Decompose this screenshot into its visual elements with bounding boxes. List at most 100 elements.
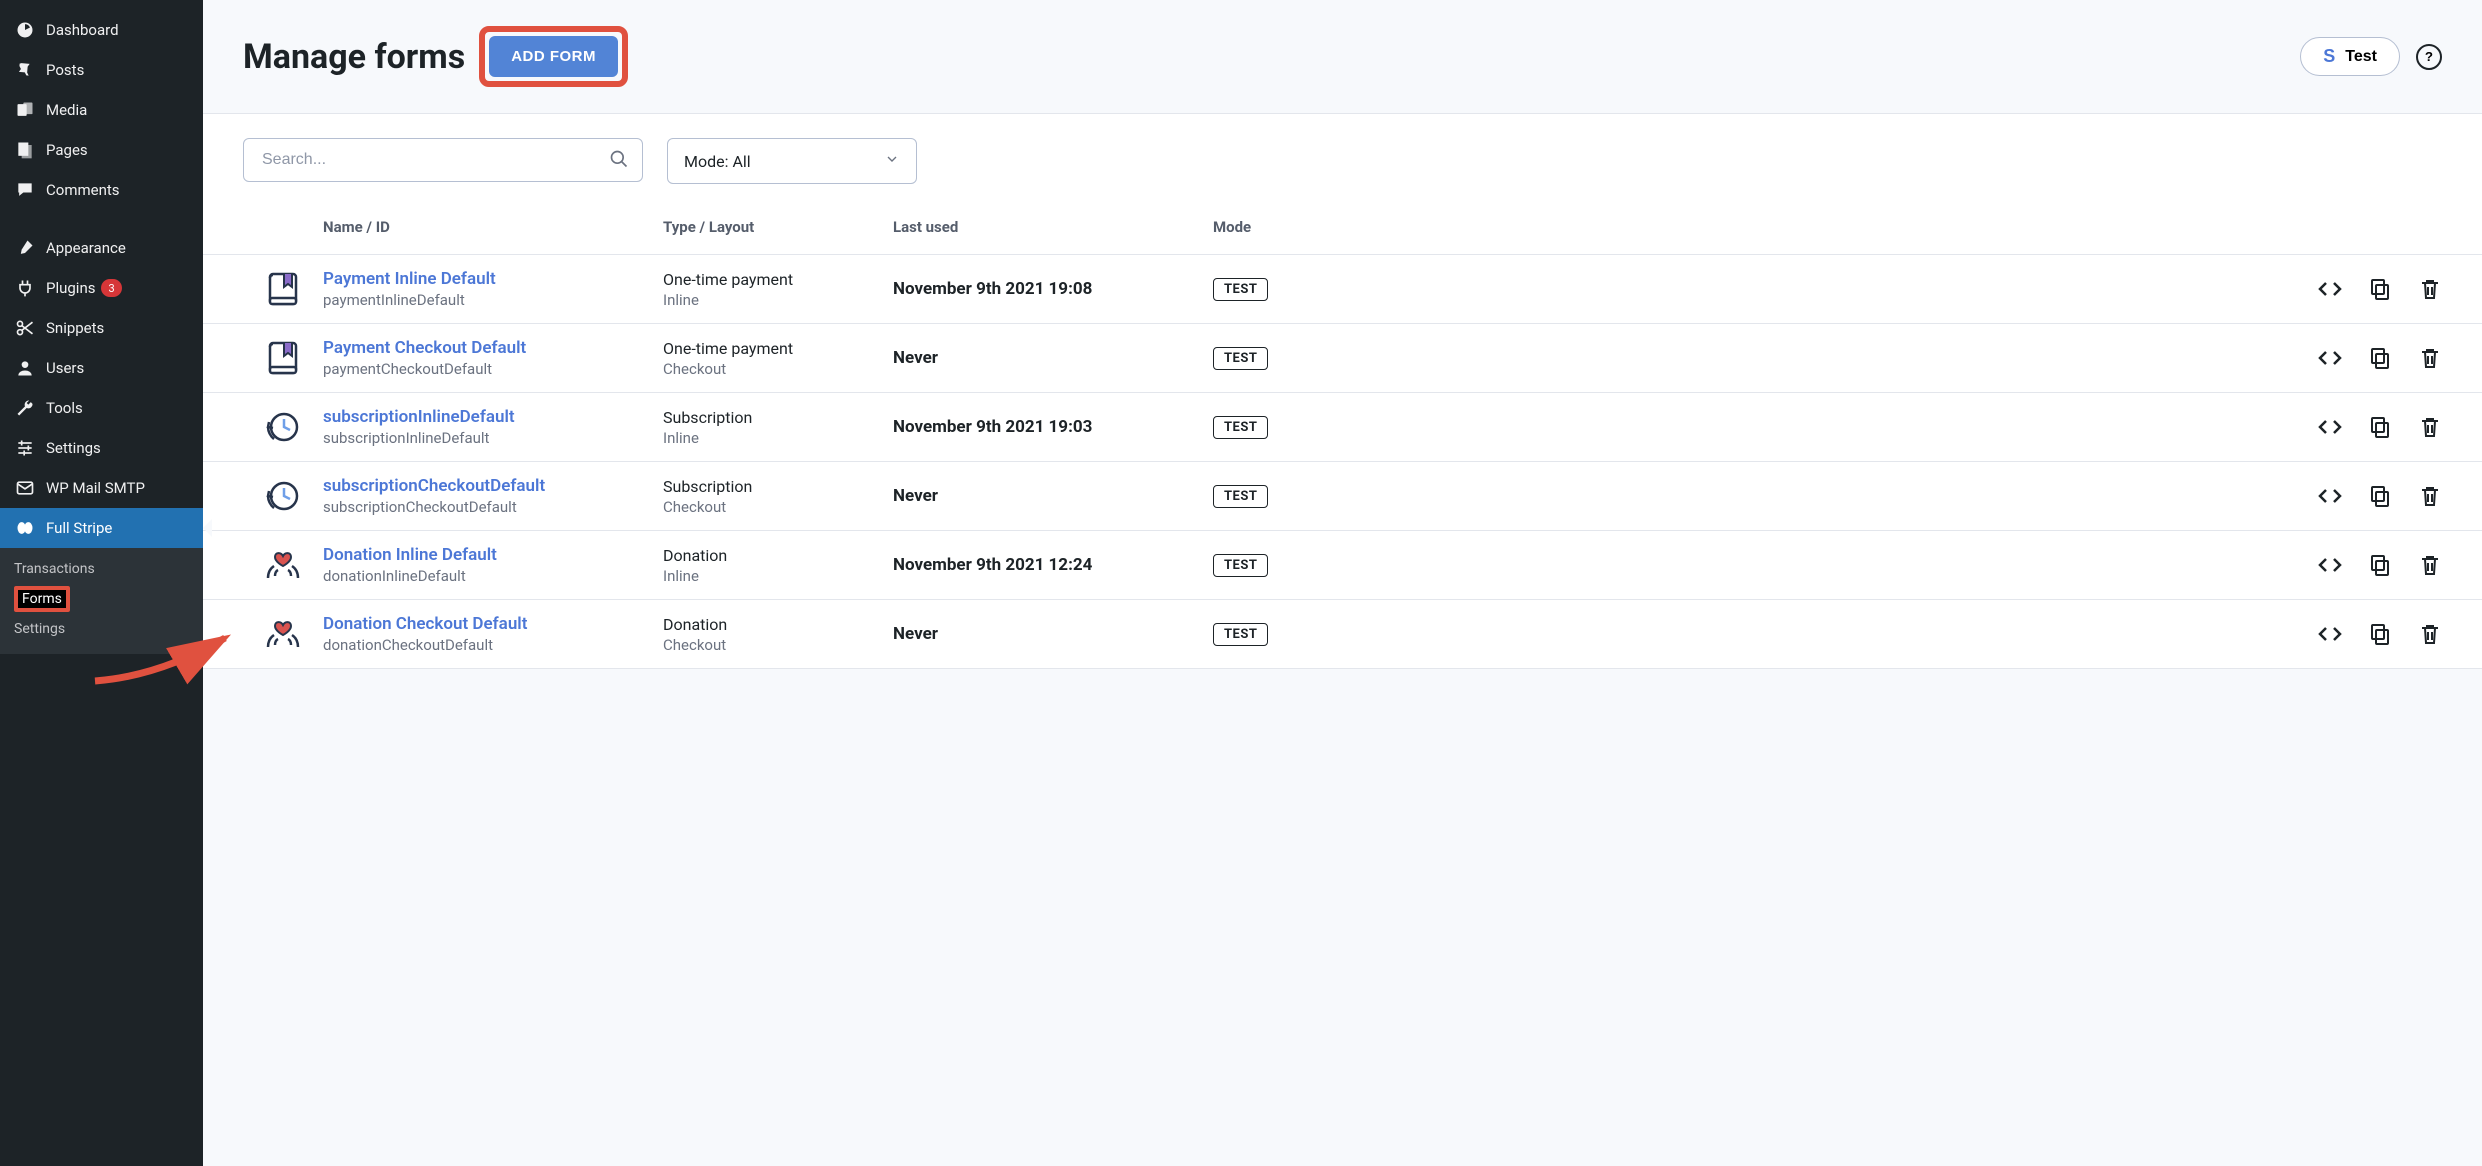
- table-row: Payment Inline DefaultpaymentInlineDefau…: [203, 255, 2482, 324]
- row-type-icon: [243, 615, 323, 653]
- form-type: Subscription: [663, 408, 893, 427]
- search-input[interactable]: [243, 138, 643, 182]
- mode-test-pill[interactable]: S Test: [2300, 37, 2400, 76]
- sidebar-item-dashboard[interactable]: Dashboard: [0, 10, 203, 50]
- sidebar-item-users[interactable]: Users: [0, 348, 203, 388]
- form-name-link[interactable]: Donation Checkout Default: [323, 614, 527, 634]
- delete-action[interactable]: [2418, 415, 2442, 439]
- mode-select-label: Mode: All: [684, 152, 751, 171]
- sidebar-item-comments[interactable]: Comments: [0, 170, 203, 210]
- duplicate-action[interactable]: [2368, 622, 2392, 646]
- form-type: Donation: [663, 615, 893, 634]
- row-type-icon: [243, 477, 323, 515]
- plug-icon: [14, 277, 36, 299]
- delete-action[interactable]: [2418, 553, 2442, 577]
- duplicate-action[interactable]: [2368, 415, 2392, 439]
- table-row: subscriptionCheckoutDefault subscriptionC…: [203, 462, 2482, 531]
- form-name-link[interactable]: Donation Inline Default: [323, 545, 497, 565]
- th-lastused: Last used: [893, 194, 1213, 254]
- sidebar-item-settings[interactable]: Settings: [0, 428, 203, 468]
- sidebar-item-full-stripe[interactable]: Full Stripe: [0, 508, 203, 548]
- sidebar-subitem-label: Forms: [14, 586, 70, 612]
- sidebar-item-plugins[interactable]: Plugins3: [0, 268, 203, 308]
- sidebar-item-label: Settings: [46, 439, 101, 457]
- delete-action[interactable]: [2418, 277, 2442, 301]
- sidebar-item-posts[interactable]: Posts: [0, 50, 203, 90]
- chevron-down-icon: [884, 151, 900, 171]
- comment-icon: [14, 179, 36, 201]
- form-id: paymentCheckoutDefault: [323, 360, 663, 378]
- stripe-icon: [14, 517, 36, 539]
- user-icon: [14, 357, 36, 379]
- form-id: donationInlineDefault: [323, 567, 663, 585]
- sidebar-item-label: Tools: [46, 399, 83, 417]
- form-layout: Checkout: [663, 498, 893, 516]
- form-id: subscriptionInlineDefault: [323, 429, 663, 447]
- form-layout: Checkout: [663, 360, 893, 378]
- sidebar-item-wp-mail-smtp[interactable]: WP Mail SMTP: [0, 468, 203, 508]
- sidebar-item-appearance[interactable]: Appearance: [0, 228, 203, 268]
- sidebar-subitem-transactions[interactable]: Transactions: [0, 554, 203, 584]
- mode-badge: TEST: [1213, 278, 1268, 301]
- mode-badge: TEST: [1213, 554, 1268, 577]
- pages-icon: [14, 139, 36, 161]
- form-name-link[interactable]: subscriptionInlineDefault: [323, 407, 515, 427]
- form-id: subscriptionCheckoutDefault: [323, 498, 663, 516]
- sidebar-badge: 3: [101, 279, 121, 297]
- table-row: Donation Checkout DefaultdonationCheckou…: [203, 600, 2482, 669]
- th-type: Type / Layout: [663, 194, 893, 254]
- media-icon: [14, 99, 36, 121]
- sidebar-item-label: Snippets: [46, 319, 104, 337]
- stripe-s-icon: S: [2323, 46, 2335, 67]
- sidebar-item-label: WP Mail SMTP: [46, 479, 145, 497]
- sidebar-item-tools[interactable]: Tools: [0, 388, 203, 428]
- test-pill-label: Test: [2345, 48, 2377, 66]
- duplicate-action[interactable]: [2368, 484, 2392, 508]
- table-row: Donation Inline Default donationInlineDef…: [203, 531, 2482, 600]
- mode-badge: TEST: [1213, 347, 1268, 370]
- form-name-link[interactable]: subscriptionCheckoutDefault: [323, 476, 545, 496]
- form-type: Donation: [663, 546, 893, 565]
- delete-action[interactable]: [2418, 346, 2442, 370]
- mail-icon: [14, 477, 36, 499]
- mode-badge: TEST: [1213, 623, 1268, 646]
- embed-action[interactable]: [2318, 277, 2342, 301]
- row-type-icon: [243, 270, 323, 308]
- table-row: Payment Checkout Default paymentCheckoutD…: [203, 324, 2482, 393]
- sidebar-item-label: Users: [46, 359, 84, 377]
- sidebar-item-label: Comments: [46, 181, 120, 199]
- duplicate-action[interactable]: [2368, 277, 2392, 301]
- form-lastused: Never: [893, 624, 1213, 644]
- sidebar-subitem-label: Settings: [14, 621, 65, 637]
- form-type: Subscription: [663, 477, 893, 496]
- add-form-button[interactable]: ADD FORM: [489, 36, 618, 77]
- sidebar-subitem-forms[interactable]: Forms: [0, 584, 203, 614]
- form-name-link[interactable]: Payment Checkout Default: [323, 338, 526, 358]
- duplicate-action[interactable]: [2368, 553, 2392, 577]
- sidebar-item-label: Pages: [46, 141, 88, 159]
- embed-action[interactable]: [2318, 415, 2342, 439]
- search-icon: [609, 149, 629, 173]
- sidebar-item-media[interactable]: Media: [0, 90, 203, 130]
- mode-select[interactable]: Mode: All: [667, 138, 917, 184]
- form-name-link[interactable]: Payment Inline Default: [323, 269, 496, 289]
- wrench-icon: [14, 397, 36, 419]
- form-layout: Checkout: [663, 636, 893, 654]
- search-wrap: [243, 138, 643, 184]
- sidebar-item-snippets[interactable]: Snippets: [0, 308, 203, 348]
- form-type: One-time payment: [663, 270, 893, 289]
- help-button[interactable]: ?: [2416, 44, 2442, 70]
- sidebar-subitem-settings[interactable]: Settings: [0, 614, 203, 644]
- duplicate-action[interactable]: [2368, 346, 2392, 370]
- form-lastused: Never: [893, 348, 1213, 368]
- embed-action[interactable]: [2318, 484, 2342, 508]
- embed-action[interactable]: [2318, 553, 2342, 577]
- embed-action[interactable]: [2318, 622, 2342, 646]
- main-content: Manage forms ADD FORM S Test ? Mod: [203, 0, 2482, 1166]
- sidebar-item-pages[interactable]: Pages: [0, 130, 203, 170]
- embed-action[interactable]: [2318, 346, 2342, 370]
- delete-action[interactable]: [2418, 484, 2442, 508]
- delete-action[interactable]: [2418, 622, 2442, 646]
- mode-badge: TEST: [1213, 485, 1268, 508]
- form-layout: Inline: [663, 567, 893, 585]
